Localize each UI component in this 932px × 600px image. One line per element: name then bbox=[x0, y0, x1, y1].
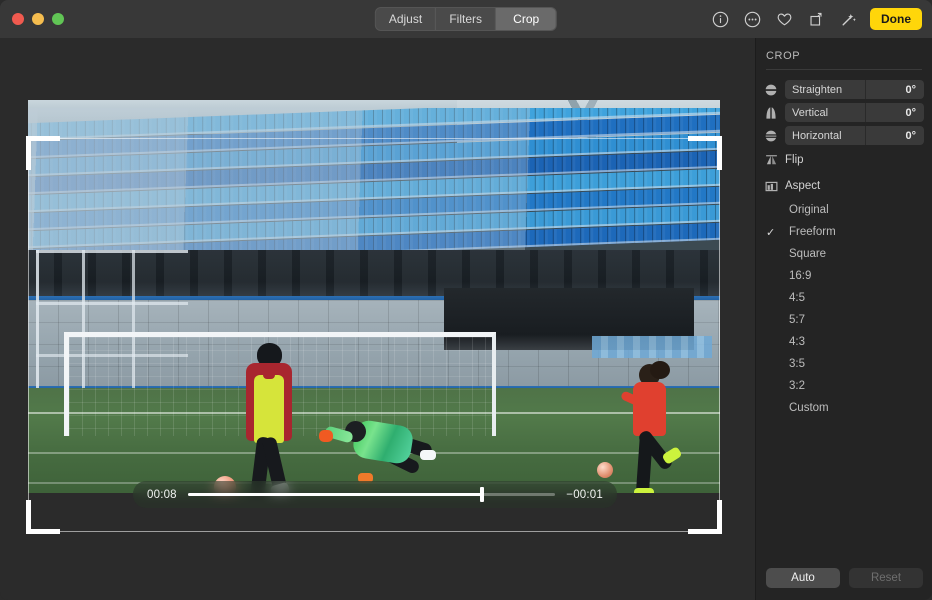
flip-icon bbox=[764, 153, 778, 167]
video-playback-bar[interactable]: 00:08 −00:01 bbox=[133, 481, 617, 508]
stadium-photo bbox=[28, 100, 720, 493]
horizontal-field[interactable]: Horizontal 0° bbox=[785, 126, 924, 145]
edit-mode-segmented-control[interactable]: Adjust Filters Crop bbox=[375, 7, 557, 31]
sidebar-footer: Auto Reset bbox=[756, 568, 932, 588]
close-window-button[interactable] bbox=[12, 13, 24, 25]
spare-blue-seats bbox=[592, 336, 712, 358]
tab-filters[interactable]: Filters bbox=[436, 8, 496, 30]
straighten-field[interactable]: Straighten 0° bbox=[785, 80, 924, 99]
flip-menu-row[interactable]: Flip bbox=[756, 149, 932, 171]
elapsed-time: 00:08 bbox=[147, 489, 177, 501]
aspect-icon bbox=[764, 179, 778, 193]
horizontal-value: 0° bbox=[866, 130, 924, 142]
slider-straighten[interactable]: Straighten 0° bbox=[756, 80, 932, 99]
crop-handle-bottom-right[interactable] bbox=[717, 500, 722, 534]
favorite-heart-icon[interactable] bbox=[774, 9, 794, 29]
scrubber-track[interactable] bbox=[188, 488, 556, 502]
vertical-field[interactable]: Vertical 0° bbox=[785, 103, 924, 122]
rotate-icon[interactable] bbox=[806, 9, 826, 29]
slider-horizontal[interactable]: Horizontal 0° bbox=[756, 126, 932, 145]
aspect-option-label: 3:5 bbox=[780, 358, 805, 370]
aspect-label: Aspect bbox=[785, 180, 820, 192]
aspect-option-custom[interactable]: Custom bbox=[756, 397, 932, 419]
horizontal-perspective-icon bbox=[764, 129, 778, 143]
done-button[interactable]: Done bbox=[870, 8, 922, 30]
auto-enhance-wand-icon[interactable] bbox=[838, 9, 858, 29]
aspect-option-3-5[interactable]: 3:5 bbox=[756, 353, 932, 375]
scrubber-playhead[interactable] bbox=[480, 487, 484, 502]
photos-editor-window: Adjust Filters Crop Done bbox=[0, 0, 932, 600]
aspect-option-freeform[interactable]: ✓ Freeform bbox=[756, 221, 932, 243]
aspect-option-original[interactable]: Original bbox=[756, 199, 932, 221]
editor-canvas: 00:08 −00:01 bbox=[0, 38, 755, 600]
aspect-option-4-5[interactable]: 4:5 bbox=[756, 287, 932, 309]
aspect-option-3-2[interactable]: 3:2 bbox=[756, 375, 932, 397]
aspect-option-label: 5:7 bbox=[780, 314, 805, 326]
aspect-option-16-9[interactable]: 16:9 bbox=[756, 265, 932, 287]
football-ball-secondary bbox=[597, 462, 613, 478]
aspect-option-label: 16:9 bbox=[780, 270, 811, 282]
aspect-option-4-3[interactable]: 4:3 bbox=[756, 331, 932, 353]
player-kicker bbox=[239, 343, 293, 493]
aspect-option-label: Original bbox=[780, 204, 829, 216]
stadium-seating-bowl bbox=[28, 108, 720, 260]
crop-sidebar: CROP Straighten 0° Vertical 0° bbox=[755, 38, 932, 600]
aspect-check-icon: ✓ bbox=[766, 226, 780, 239]
crop-handle-bottom-left[interactable] bbox=[26, 529, 60, 534]
minimize-window-button[interactable] bbox=[32, 13, 44, 25]
aspect-option-label: 4:5 bbox=[780, 292, 805, 304]
player-running bbox=[625, 364, 679, 493]
aspect-option-label: Square bbox=[780, 248, 826, 260]
aspect-option-label: Freeform bbox=[780, 226, 836, 238]
crop-handle-bottom-right[interactable] bbox=[688, 529, 722, 534]
aspect-options-list: Original ✓ Freeform Square 16:9 4:5 5:7 bbox=[756, 199, 932, 419]
horizontal-label: Horizontal bbox=[785, 130, 865, 142]
more-options-icon[interactable] bbox=[742, 9, 762, 29]
toolbar-actions: Done bbox=[710, 0, 922, 38]
titlebar: Adjust Filters Crop Done bbox=[0, 0, 932, 38]
traffic-light-controls bbox=[0, 13, 64, 25]
aspect-option-5-7[interactable]: 5:7 bbox=[756, 309, 932, 331]
straighten-icon bbox=[764, 83, 778, 97]
aspect-option-label: Custom bbox=[780, 402, 829, 414]
reset-button: Reset bbox=[849, 568, 923, 588]
stand-stair-rails bbox=[28, 108, 720, 260]
flip-label: Flip bbox=[785, 154, 804, 166]
aspect-option-square[interactable]: Square bbox=[756, 243, 932, 265]
straighten-label: Straighten bbox=[785, 84, 865, 96]
vertical-value: 0° bbox=[866, 107, 924, 119]
straighten-value: 0° bbox=[866, 84, 924, 96]
tab-adjust[interactable]: Adjust bbox=[376, 8, 436, 30]
aspect-option-label: 3:2 bbox=[780, 380, 805, 392]
photo-preview bbox=[28, 100, 720, 493]
sidebar-title: CROP bbox=[756, 38, 932, 69]
info-icon[interactable] bbox=[710, 9, 730, 29]
remaining-time: −00:01 bbox=[566, 489, 603, 501]
auto-button[interactable]: Auto bbox=[766, 568, 840, 588]
aspect-option-label: 4:3 bbox=[780, 336, 805, 348]
sidebar-divider bbox=[766, 69, 922, 70]
tab-crop[interactable]: Crop bbox=[496, 8, 556, 30]
slider-vertical[interactable]: Vertical 0° bbox=[756, 103, 932, 122]
vertical-perspective-icon bbox=[764, 106, 778, 120]
vertical-label: Vertical bbox=[785, 107, 865, 119]
zoom-window-button[interactable] bbox=[52, 13, 64, 25]
scrubber-progress bbox=[188, 493, 482, 496]
crop-handle-bottom-left[interactable] bbox=[26, 500, 31, 534]
aspect-menu-row[interactable]: Aspect bbox=[756, 175, 932, 197]
